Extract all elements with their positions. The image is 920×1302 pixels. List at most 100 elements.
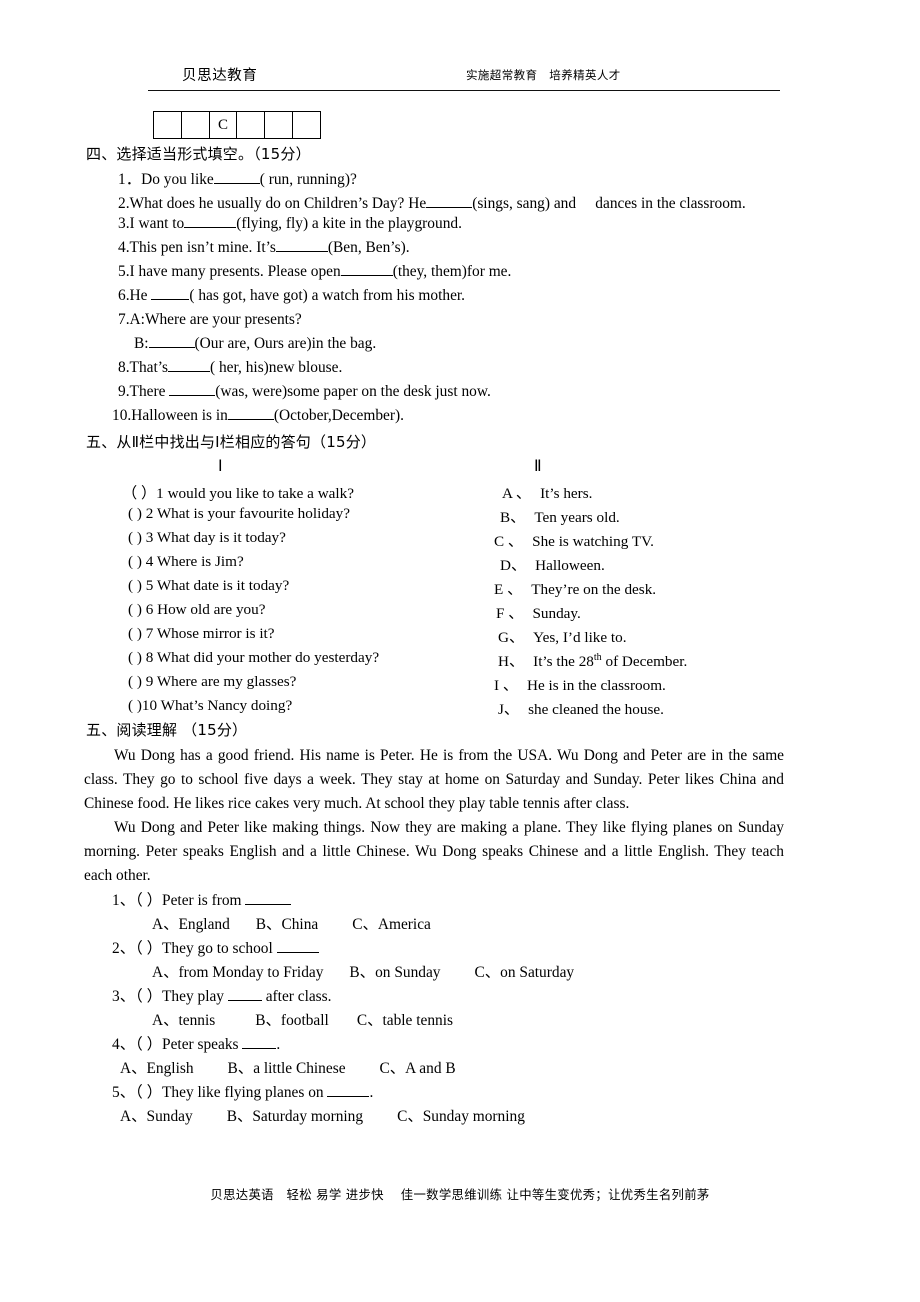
option-c[interactable]: C、on Saturday [475,964,575,981]
item-text-pre: A:Where are your presents? [129,311,302,328]
answer-bracket[interactable]: （ ） [135,988,162,1005]
matching-left-item[interactable]: ( ) 9 Where are my glasses? [128,673,296,691]
option-c[interactable]: C、Sunday morning [397,1108,525,1125]
item-number: 8. [118,359,130,376]
fill-blank[interactable] [168,371,211,372]
matching-right-item[interactable]: J、 she cleaned the house. [498,697,664,719]
option-key: J、 [498,701,520,718]
option-key: B、 [500,509,526,526]
option-a[interactable]: A、from Monday to Friday [152,964,323,981]
item-text-post: ( has got, have got) a watch from his mo… [189,287,466,304]
item-number: 1． [118,171,142,188]
matching-left-item[interactable]: ( ) 3 What day is it today? [128,529,286,547]
matching-left-item[interactable]: ( ) 5 What date is it today? [128,577,289,595]
option-c[interactable]: C、A and B [380,1060,456,1077]
item-number: 4. [118,239,130,256]
option-b[interactable]: B、China [256,916,318,933]
reading-paragraph-1: Wu Dong has a good friend. His name is P… [84,744,784,816]
fill-blank[interactable] [169,395,216,396]
item-text-pre: He [129,287,152,304]
matching-left-item[interactable]: ( ) 6 How old are you? [128,601,266,619]
matching-left-item[interactable]: ( ) 2 What is your favourite holiday? [128,505,350,523]
matching-left-item[interactable]: ( ) 7 Whose mirror is it? [128,625,275,643]
option-text: She is watching TV. [532,533,654,550]
item-text-post: (was, were)some paper on the desk just n… [215,383,491,400]
item-text-post: ( run, running)? [259,171,357,188]
matching-left-item[interactable]: ( ) 4 Where is Jim? [128,553,244,571]
paragraph-text: Wu Dong has a good friend. His name is P… [84,747,784,812]
item-text-post: (Our are, Ours are)in the bag. [194,335,377,352]
matching-right-item[interactable]: D、 Halloween. [500,553,605,575]
fill-blank[interactable] [426,207,473,208]
question-blank[interactable] [276,952,319,953]
answer-cell[interactable] [154,112,182,138]
fill-blank[interactable] [213,183,260,184]
question-stem: They like flying planes on [162,1084,328,1101]
option-text: Yes, I’d like to. [533,629,627,646]
matching-right-item[interactable]: C 、 She is watching TV. [494,529,654,551]
option-a[interactable]: A、tennis [152,1012,215,1029]
reading-options-5: A、Sunday B、Saturday morning C、Sunday morni… [120,1104,525,1126]
option-b[interactable]: B、football [255,1012,329,1029]
matching-right-item[interactable]: B、 Ten years old. [500,505,620,527]
reading-question-4: 4、（ ）Peter speaks . [112,1032,280,1054]
option-b[interactable]: B、Saturday morning [227,1108,363,1125]
option-c[interactable]: C、table tennis [357,1012,453,1029]
question-number: 5、 [112,1084,136,1101]
page-footer: 贝思达英语 轻松 易学 进步快 佳一数学思维训练 让中等生变优秀；让优秀生名列前… [210,1187,710,1202]
fill-blank[interactable] [151,299,190,300]
question-number: 3、 [112,988,136,1005]
answer-bracket[interactable]: （ ） [135,1084,162,1101]
reading-options-3: A、tennis B、football C、table tennis [152,1008,453,1030]
answer-cell[interactable] [265,112,293,138]
option-text: It’s hers. [540,485,593,502]
matching-left-item[interactable]: ( )10 What’s Nancy doing? [128,697,292,715]
answer-bracket[interactable]: （ ） [135,940,162,957]
answer-cell[interactable] [182,112,210,138]
matching-right-item[interactable]: A 、 It’s hers. [502,481,592,503]
question-number: 4、 [112,1036,136,1053]
option-c[interactable]: C、America [352,916,431,933]
item-text-pre: This pen isn’t mine. It’s [129,239,276,256]
item-number: 6. [118,287,130,304]
option-text: Ten years old. [534,509,620,526]
item-number: 2. [118,195,130,212]
fill-blank[interactable] [275,251,328,252]
matching-right-item[interactable]: F 、 Sunday. [496,601,581,623]
question-blank[interactable] [245,904,292,905]
matching-right-item[interactable]: E 、 They’re on the desk. [494,577,656,599]
question-blank[interactable] [242,1048,277,1049]
item-text-pre: What does he usually do on Children’s Da… [129,195,427,212]
item-text-pre: There [129,383,170,400]
option-b[interactable]: B、on Sunday [349,964,440,981]
fill-blank[interactable] [184,227,237,228]
exam-paper-page: 贝思达教育 实施超常教育 培养精英人才 C 四、选择适当形式填空。（15分） 1… [0,0,920,1302]
item-text-pre: That’s [129,359,169,376]
reading-question-5: 5、（ ）They like flying planes on . [112,1080,373,1102]
answer-grid: C [153,111,321,139]
question-number: 1、 [112,892,136,909]
option-b[interactable]: B、a little Chinese [228,1060,346,1077]
option-a[interactable]: A、Sunday [120,1108,193,1125]
option-key: D、 [500,557,527,574]
fill-blank[interactable] [340,275,393,276]
matching-left-item[interactable]: （ ）1 would you like to take a walk? [122,481,354,503]
matching-right-item[interactable]: G、 Yes, I’d like to. [498,625,627,647]
answer-bracket[interactable]: （ ） [135,1036,162,1053]
fill-blank[interactable] [148,347,195,348]
question-blank[interactable] [327,1096,370,1097]
option-a[interactable]: A、English [120,1060,194,1077]
answer-cell[interactable] [237,112,266,138]
item-number: 3. [118,215,130,232]
question-blank[interactable] [227,1000,262,1001]
item-number: 9. [118,383,130,400]
answer-bracket[interactable]: （ ） [135,892,162,909]
option-a[interactable]: A、England [152,916,230,933]
item-text-pre: I have many presents. Please open [129,263,341,280]
answer-cell[interactable] [293,112,321,138]
matching-right-item[interactable]: I 、 He is in the classroom. [494,673,666,695]
matching-right-item[interactable]: H、 It’s the 28th of December. [498,649,687,671]
matching-left-item[interactable]: ( ) 8 What did your mother do yesterday? [128,649,379,667]
answer-cell[interactable]: C [210,112,238,138]
fill-blank[interactable] [227,419,274,420]
